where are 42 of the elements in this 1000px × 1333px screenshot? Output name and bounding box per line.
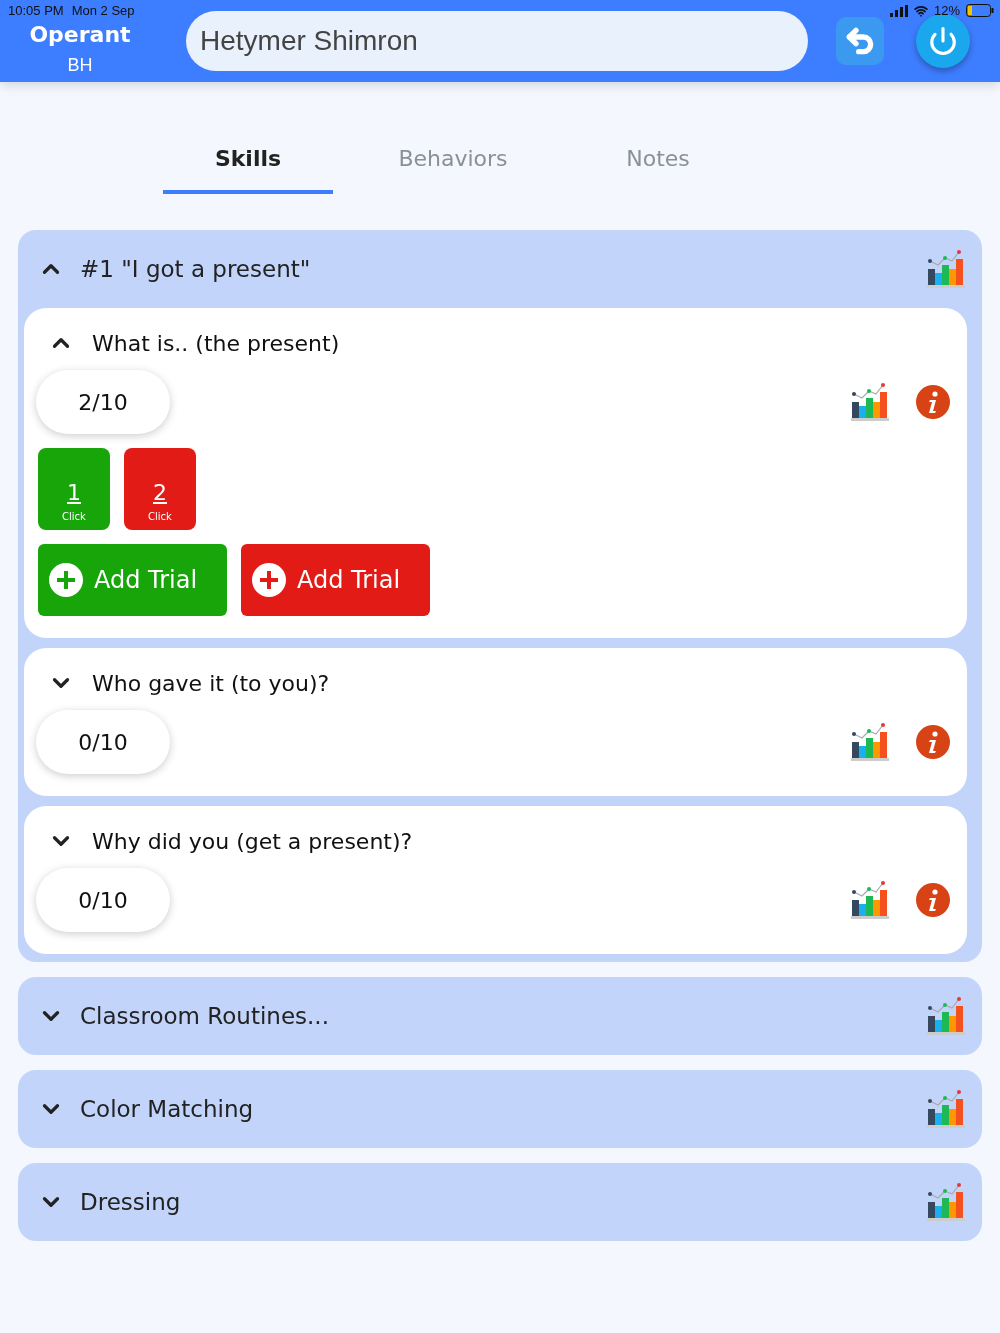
tab[interactable]: Skills [163, 140, 333, 194]
program-title[interactable]: Dressing [80, 1189, 909, 1215]
battery-percent: 12% [933, 3, 960, 18]
target-title[interactable]: Who gave it (to you)? [92, 670, 330, 696]
status-date: Mon 2 Sep [71, 3, 135, 18]
counter-label: Click [148, 511, 172, 522]
app-title: Operant [29, 22, 131, 47]
program-title[interactable]: Color Matching [80, 1096, 909, 1122]
bar-chart-icon[interactable] [849, 382, 891, 422]
target-title[interactable]: Why did you (get a present)? [92, 828, 413, 854]
add-trial-button[interactable]: Add Trial [241, 544, 430, 616]
click-counter-button[interactable]: 2 Click [124, 448, 196, 530]
bar-chart-icon[interactable] [925, 1089, 967, 1129]
bar-chart-icon[interactable] [849, 722, 891, 762]
program-title[interactable]: #1 "I got a present" [80, 256, 909, 282]
power-button[interactable] [916, 14, 970, 68]
bar-chart-icon[interactable] [925, 249, 967, 289]
bar-chart-icon[interactable] [925, 1182, 967, 1222]
user-initials: BH [67, 55, 93, 76]
counter-label: Click [62, 511, 86, 522]
back-arrow-icon [844, 25, 876, 57]
program-title[interactable]: Classroom Routines... [80, 1003, 909, 1029]
target-title[interactable]: What is.. (the present) [92, 330, 340, 356]
info-icon[interactable] [915, 724, 951, 760]
bar-chart-icon[interactable] [925, 996, 967, 1036]
wifi-icon [913, 3, 928, 18]
plus-icon [251, 562, 287, 598]
power-icon [928, 26, 958, 56]
signal-icon [889, 4, 908, 17]
student-name-field[interactable]: Hetymer Shimron [186, 11, 808, 71]
bar-chart-icon[interactable] [849, 880, 891, 920]
back-button[interactable] [836, 17, 884, 65]
score-pill: 0/10 [36, 710, 170, 774]
battery-icon [966, 4, 994, 17]
plus-icon [48, 562, 84, 598]
counter-number: 1 [67, 480, 81, 505]
info-icon[interactable] [915, 384, 951, 420]
info-icon[interactable] [915, 882, 951, 918]
score-pill: 0/10 [36, 868, 170, 932]
score-pill: 2/10 [36, 370, 170, 434]
counter-number: 2 [153, 480, 167, 505]
status-time: 10:05 PM [8, 3, 64, 18]
